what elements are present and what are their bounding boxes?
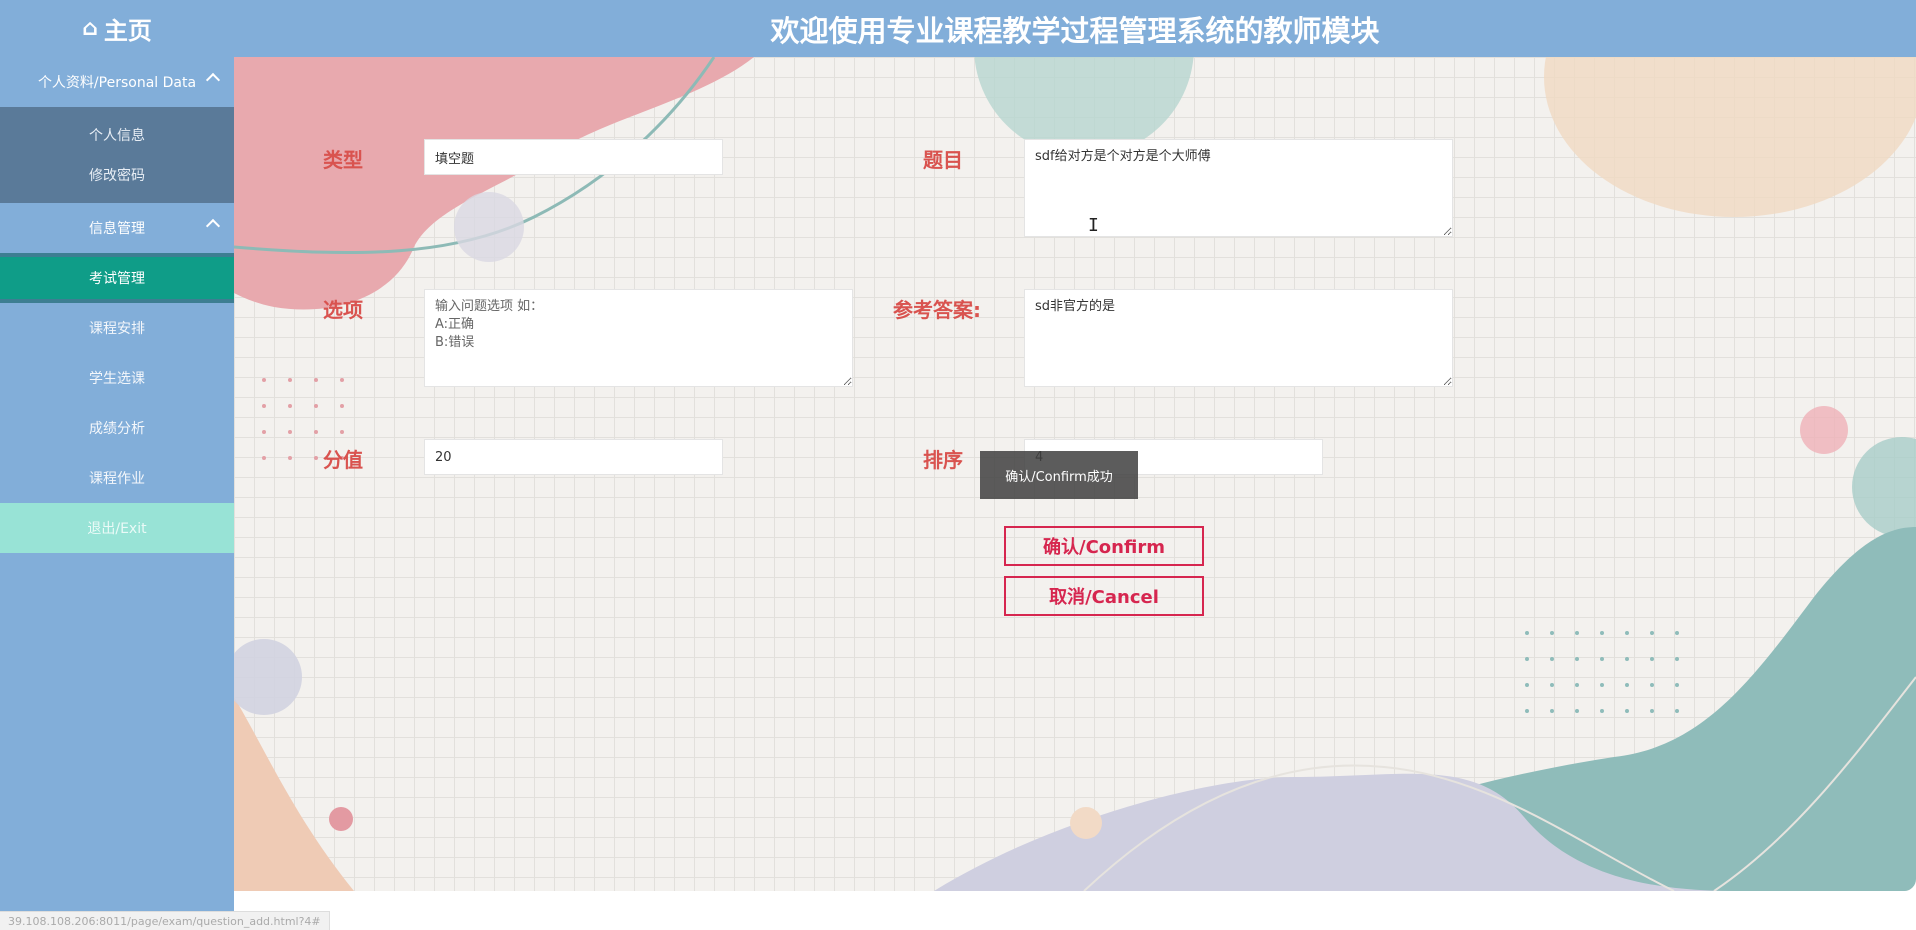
sidebar-item-homework[interactable]: 课程作业 <box>0 453 234 503</box>
type-label: 类型 <box>323 148 363 172</box>
sidebar-item-change-password[interactable]: 修改密码 <box>0 155 234 195</box>
sidebar-item-grade-analysis[interactable]: 成绩分析 <box>0 403 234 453</box>
score-input[interactable] <box>424 439 723 475</box>
success-toast: 确认/Confirm成功 <box>980 451 1138 499</box>
sidebar: 个人资料/Personal Data 个人信息 修改密码 信息管理 考试管理 课… <box>0 57 234 930</box>
page-title: 欢迎使用专业课程教学过程管理系统的教师模块 <box>770 13 1380 48</box>
text-cursor-icon: I <box>1088 215 1099 236</box>
confirm-button[interactable]: 确认/Confirm <box>1004 526 1204 566</box>
home-link[interactable]: ⌂ 主页 <box>0 0 234 57</box>
cancel-button[interactable]: 取消/Cancel <box>1004 576 1204 616</box>
top-bar: ⌂ 主页 欢迎使用专业课程教学过程管理系统的教师模块 <box>0 0 1916 57</box>
home-icon: ⌂ <box>82 16 98 41</box>
chevron-up-icon <box>205 72 221 88</box>
order-label: 排序 <box>923 448 963 472</box>
sidebar-item-profile[interactable]: 个人信息 <box>0 115 234 155</box>
question-label: 题目 <box>923 148 963 172</box>
sidebar-item-exam-management[interactable]: 考试管理 <box>0 253 234 303</box>
answer-textarea[interactable] <box>1024 289 1453 387</box>
home-label: 主页 <box>103 17 152 45</box>
sidebar-item-course-schedule[interactable]: 课程安排 <box>0 303 234 353</box>
sidebar-group-info[interactable]: 信息管理 <box>0 203 234 253</box>
options-label: 选项 <box>323 298 363 322</box>
score-label: 分值 <box>323 448 363 472</box>
sidebar-group-personal[interactable]: 个人资料/Personal Data <box>0 57 234 107</box>
options-textarea[interactable] <box>424 289 853 387</box>
sidebar-submenu-personal: 个人信息 修改密码 <box>0 107 234 203</box>
sidebar-item-exit[interactable]: 退出/Exit <box>0 503 234 553</box>
sidebar-item-course-selection[interactable]: 学生选课 <box>0 353 234 403</box>
chevron-up-icon <box>205 218 221 234</box>
status-bar-url: 39.108.108.206:8011/page/exam/question_a… <box>0 911 330 930</box>
sidebar-group-label: 信息管理 <box>89 221 145 237</box>
answer-label: 参考答案: <box>893 298 981 322</box>
type-input[interactable] <box>424 139 723 175</box>
sidebar-group-label: 个人资料/Personal Data <box>37 75 197 91</box>
